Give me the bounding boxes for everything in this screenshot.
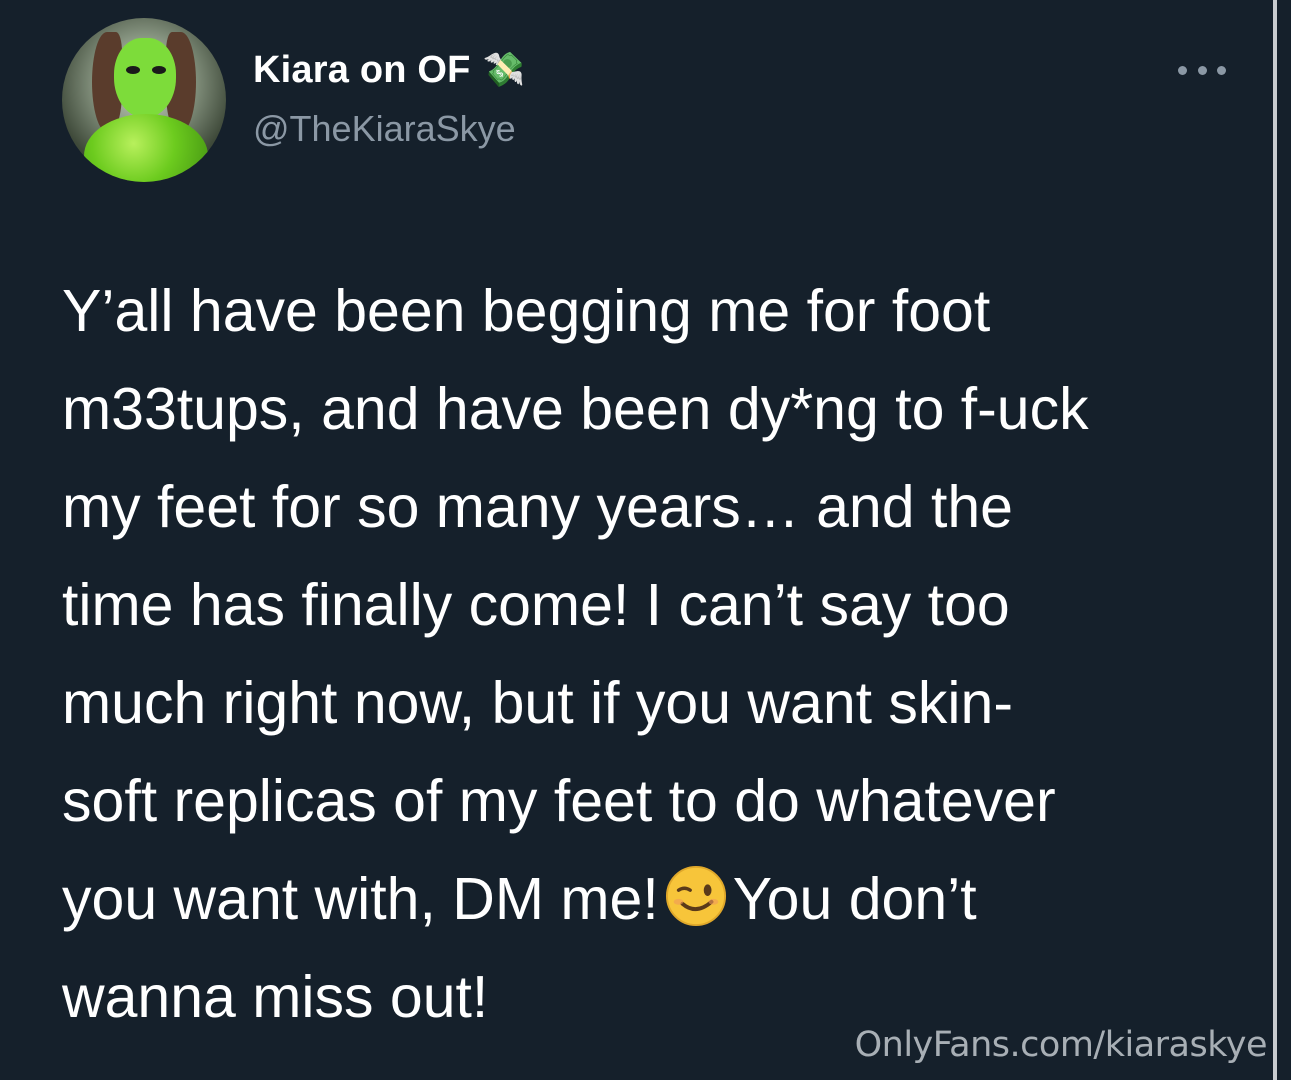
watermark-link[interactable]: OnlyFans.com/kiaraskye: [855, 1025, 1268, 1065]
author-name-row: Kiara on OF 💸: [253, 44, 525, 96]
tweet-text: Y’all have been begging me for foot m33t…: [62, 262, 1252, 1046]
tweet-line: m33tups, and have been dy*ng to f-uck: [62, 376, 1089, 442]
avatar-eye-left: [126, 66, 140, 74]
more-options-button[interactable]: [1178, 56, 1226, 84]
tweet-line-segment: you want with, DM me!: [62, 866, 659, 932]
tweet-card[interactable]: Kiara on OF 💸 @TheKiaraSkye Y’all have b…: [0, 0, 1271, 1080]
tweet-line: soft replicas of my feet to do whatever: [62, 768, 1056, 834]
more-dot-icon: [1178, 65, 1187, 75]
avatar-face: [114, 38, 176, 118]
tweet-line-with-emoji: you want with, DM me! You don’t: [62, 850, 1252, 948]
scrollbar-gutter: [1277, 0, 1291, 1080]
tweet-line: Y’all have been begging me for foot: [62, 278, 991, 344]
user-handle[interactable]: @TheKiaraSkye: [253, 108, 516, 150]
tweet-line: time has finally come! I can’t say too: [62, 572, 1010, 638]
tweet-line: my feet for so many years… and the: [62, 474, 1013, 540]
winking-face-icon: [665, 865, 726, 927]
display-name[interactable]: Kiara on OF: [253, 49, 471, 92]
tweet-line: much right now, but if you want skin-: [62, 670, 1014, 736]
tweet-line-segment: You don’t: [732, 866, 977, 932]
more-dot-icon: [1217, 65, 1226, 75]
avatar[interactable]: [62, 18, 226, 182]
money-with-wings-icon: 💸: [482, 51, 525, 89]
avatar-eye-right: [152, 66, 166, 74]
more-dot-icon: [1197, 65, 1207, 75]
